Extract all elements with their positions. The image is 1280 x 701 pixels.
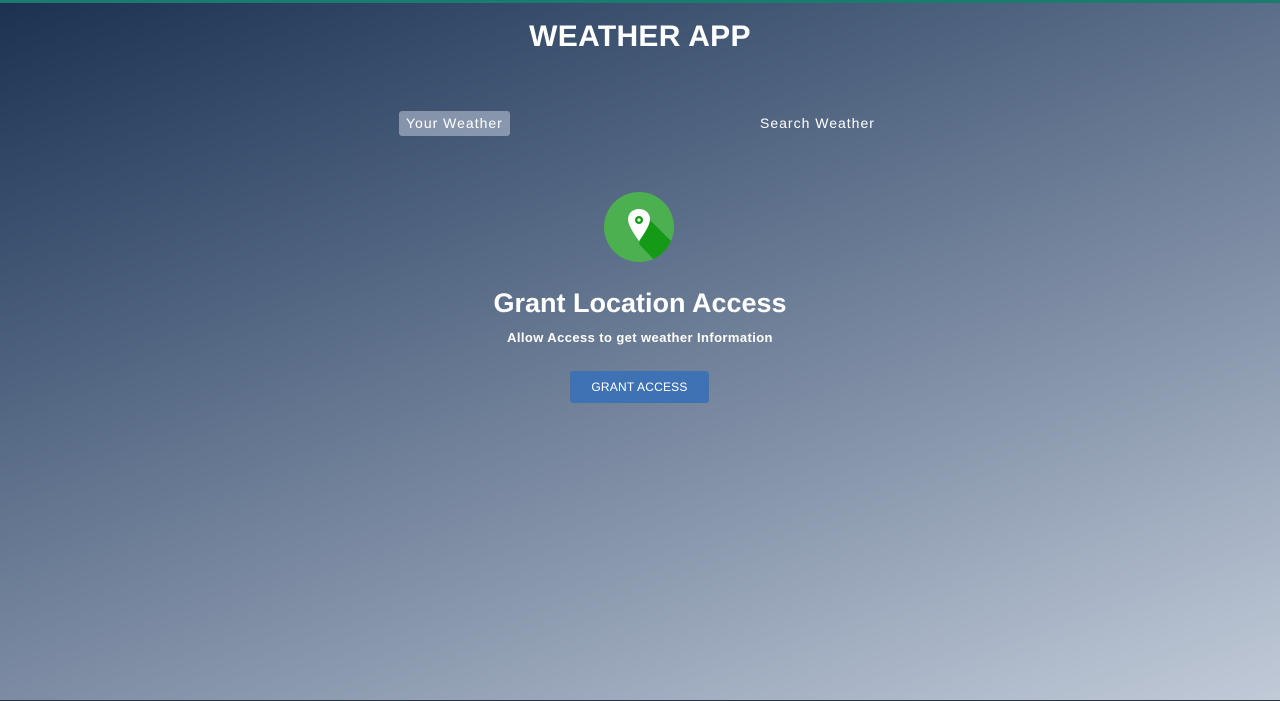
grant-location-heading: Grant Location Access [493,288,787,318]
grant-location-subheading: Allow Access to get weather Information [507,330,773,345]
location-pin-icon [604,192,674,262]
top-accent-bar [0,0,1280,3]
grant-access-button[interactable]: GRANT ACCESS [570,371,709,403]
tab-search-weather[interactable]: Search Weather [753,111,882,136]
tab-your-weather[interactable]: Your Weather [399,111,510,136]
app-title: WEATHER APP [529,20,751,53]
